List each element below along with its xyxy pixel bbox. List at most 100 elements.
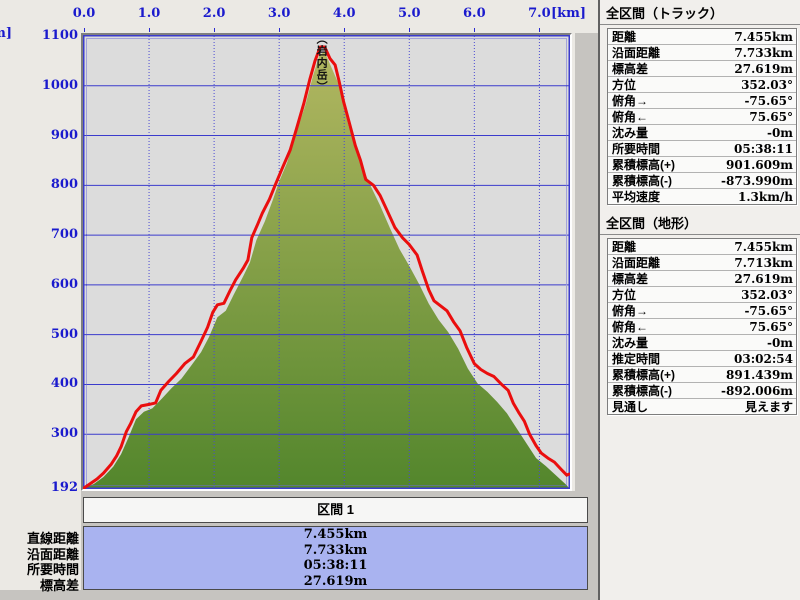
x-axis-tick-mark: [539, 28, 541, 32]
stat-row: 方位 352.03°: [608, 77, 796, 93]
stat-row: 距離 7.455km: [608, 29, 796, 45]
stat-row: 見通し 見えます: [608, 399, 796, 414]
stat-value: -75.65°: [744, 93, 793, 108]
stat-value: 75.65°: [749, 319, 793, 334]
stat-row: 標高差 27.619m: [608, 271, 796, 287]
y-axis-tick-label: 1000: [41, 77, 78, 93]
stat-value: 27.619m: [734, 61, 793, 76]
stat-row: 沿面距離 7.733km: [608, 45, 796, 61]
stat-value: 05:38:11: [734, 141, 793, 156]
stat-label: 俯角→: [612, 304, 649, 318]
y-axis-tick-label: 500: [50, 326, 78, 342]
stats-table-track: 距離 7.455km 沿面距離 7.733km 標高差 27.619m 方位 352.03° 俯…: [607, 28, 797, 205]
stat-value: 901.609m: [726, 157, 793, 172]
x-axis-tick-label: 0.0: [72, 6, 96, 21]
stats-section-track: 全区間（トラック） 距離 7.455km 沿面距離 7.733km 標高差 27.619m…: [600, 0, 800, 205]
y-axis-tick-label: 192: [50, 480, 78, 495]
stat-row: 俯角← 75.65°: [608, 109, 796, 125]
y-axis-tick-label: 800: [50, 177, 78, 193]
stat-label: 累積標高(-): [612, 384, 672, 398]
stat-label: 俯角←: [612, 320, 649, 334]
stat-label: 方位: [612, 288, 637, 302]
stat-row: 標高差 27.619m: [608, 61, 796, 77]
y-axis-tick-label: 400: [50, 376, 78, 392]
stats-section-terrain-title: 全区間（地形）: [600, 210, 800, 235]
stat-row: 沈み量 -0m: [608, 125, 796, 141]
stat-row: 累積標高(-) -873.990m: [608, 173, 796, 189]
stat-value: 03:02:54: [734, 351, 793, 366]
stats-section-terrain: 全区間（地形） 距離 7.455km 沿面距離 7.713km 標高差 27.619m 方位…: [600, 210, 800, 415]
stat-label: 累積標高(-): [612, 174, 672, 188]
stat-row: 平均速度 1.3km/h: [608, 189, 796, 205]
stat-label: 沿面距離: [612, 46, 661, 60]
chart-panel: [m] [km] 0.01.02.03.04.05.06.07.0 110010…: [0, 0, 598, 600]
stat-row: 累積標高(+) 901.609m: [608, 157, 796, 173]
y-axis-tick-label: 600: [50, 276, 78, 292]
stats-table-terrain: 距離 7.455km 沿面距離 7.713km 標高差 27.619m 方位 352.03° 俯…: [607, 238, 797, 415]
stat-value: 7.713km: [734, 255, 793, 270]
x-axis-tick-mark: [149, 28, 151, 32]
stat-label: 沿面距離: [612, 256, 661, 270]
x-axis-tick-label: 7.0: [528, 6, 551, 21]
plot-frame: （岩内岳）: [81, 33, 572, 491]
segment-value: 7.733km: [303, 542, 368, 558]
elevation-plot[interactable]: [83, 35, 570, 489]
x-axis-tick-mark: [214, 28, 216, 32]
y-axis-tick-label: 700: [50, 227, 78, 243]
stat-value: -0m: [766, 125, 793, 140]
stat-value: -892.006m: [721, 383, 793, 398]
stat-value: 見えます: [744, 400, 793, 414]
y-axis-tick-label: 900: [50, 127, 78, 143]
x-axis-tick-label: 1.0: [137, 6, 161, 21]
x-axis-tick-mark: [279, 28, 281, 32]
stat-value: 891.439m: [726, 367, 793, 382]
x-axis-tick-label: 6.0: [463, 6, 486, 21]
stat-row: 累積標高(-) -892.006m: [608, 383, 796, 399]
stat-value: 1.3km/h: [738, 189, 793, 204]
stat-label: 標高差: [612, 272, 649, 286]
stat-row: 俯角→ -75.65°: [608, 303, 796, 319]
stat-value: 7.733km: [734, 45, 793, 60]
stat-label: 平均速度: [612, 190, 661, 204]
x-axis-tick-label: 5.0: [397, 6, 421, 21]
segment-header: 区間 1: [83, 497, 588, 523]
stat-label: 累積標高(+): [612, 158, 676, 172]
stat-value: 75.65°: [749, 109, 793, 124]
x-axis-tick-label: 4.0: [332, 6, 356, 21]
terrain-area: [84, 51, 569, 489]
stat-label: 沈み量: [612, 336, 649, 350]
stat-row: 推定時間 03:02:54: [608, 351, 796, 367]
segment-value: 7.455km: [303, 527, 368, 542]
stat-value: 7.455km: [734, 239, 793, 254]
stat-label: 方位: [612, 78, 637, 92]
x-axis-tick-mark: [474, 28, 476, 32]
stat-value: 27.619m: [734, 271, 793, 286]
x-axis-tick-label: 3.0: [267, 6, 291, 21]
stat-value: -75.65°: [744, 303, 793, 318]
stat-row: 累積標高(+) 891.439m: [608, 367, 796, 383]
stat-label: 距離: [612, 240, 637, 254]
x-axis-tick-mark: [84, 28, 85, 32]
stat-row: 距離 7.455km: [608, 239, 796, 255]
stat-row: 俯角→ -75.65°: [608, 93, 796, 109]
x-axis-tick-mark: [409, 28, 411, 32]
stat-row: 所要時間 05:38:11: [608, 141, 796, 157]
stat-label: 距離: [612, 30, 637, 44]
stat-value: -0m: [766, 335, 793, 350]
stat-label: 見通し: [612, 400, 649, 414]
stat-value: 352.03°: [741, 287, 793, 302]
x-axis-tick-label: 2.0: [202, 6, 226, 21]
stats-panel: 全区間（トラック） 距離 7.455km 沿面距離 7.733km 標高差 27.619m…: [598, 0, 800, 600]
x-axis-unit-label: [km]: [551, 6, 587, 21]
segment-value: 05:38:11: [303, 558, 368, 573]
stat-label: 標高差: [612, 62, 649, 76]
stat-label: 推定時間: [612, 352, 661, 366]
stat-value: 352.03°: [741, 77, 793, 92]
segment-values-box: 7.455km 7.733km 05:38:11 27.619m: [83, 526, 588, 590]
elevation-profile-window: [m] [km] 0.01.02.03.04.05.06.07.0 110010…: [0, 0, 800, 600]
stat-value: -873.990m: [721, 173, 793, 188]
stat-row: 方位 352.03°: [608, 287, 796, 303]
stat-label: 累積標高(+): [612, 368, 676, 382]
x-axis-tick-mark: [344, 28, 346, 32]
stat-row: 沈み量 -0m: [608, 335, 796, 351]
